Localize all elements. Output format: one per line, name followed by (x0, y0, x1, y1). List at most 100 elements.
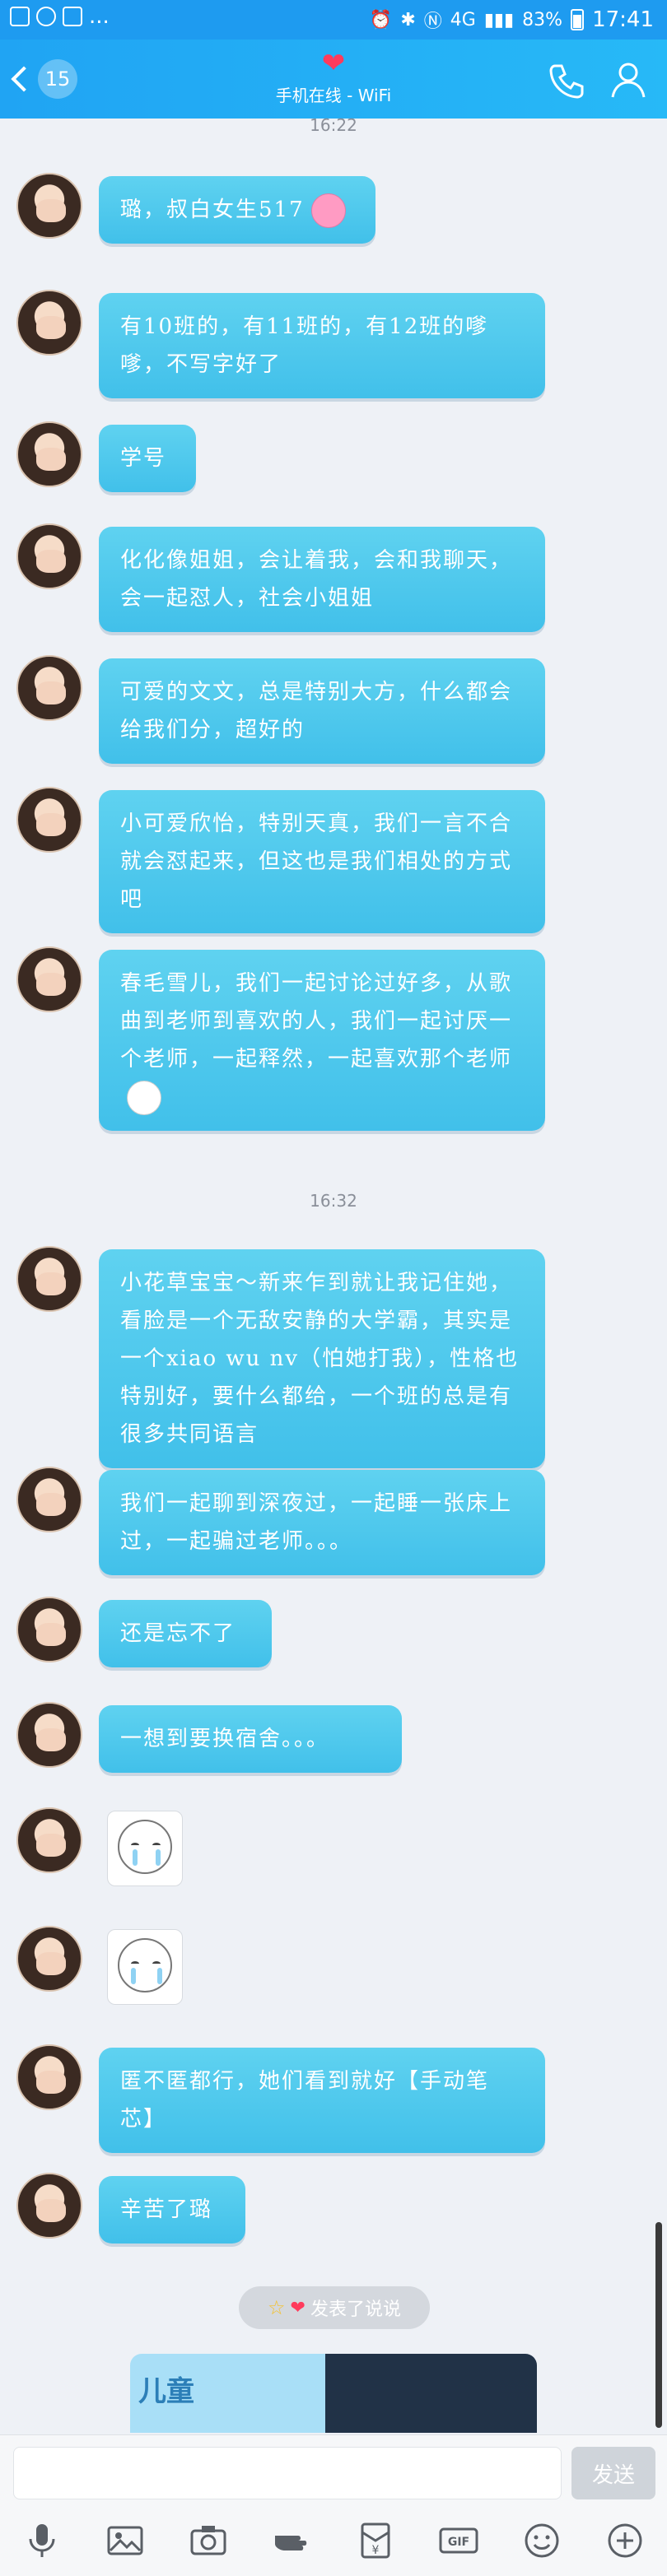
message-text: 化化像姐姐，会让着我，会和我聊天，会一起怼人，社会小姐姐 (120, 548, 513, 611)
avatar[interactable] (16, 421, 82, 487)
sobbing-face-sticker-icon (118, 1938, 172, 1992)
tear-icon (157, 1968, 162, 1984)
message-text: 璐，叔白女生517 (120, 198, 305, 222)
tear-icon (156, 1849, 161, 1866)
gif-label: GIF (448, 2536, 469, 2549)
camera-icon (190, 2526, 226, 2555)
tear-icon (133, 1849, 138, 1866)
avatar[interactable] (16, 173, 82, 239)
eye-icon (131, 1843, 139, 1848)
eye-icon (131, 1961, 139, 1966)
microphone-icon (29, 2524, 55, 2557)
battery-icon (571, 9, 585, 30)
message-text: 小花草宝宝～新来乍到就让我记住她，看脸是一个无敌安静的大学霸，其实是一个xiao… (120, 1271, 520, 1447)
gallery-notification-icon (10, 7, 30, 26)
clock: 17:41 (592, 7, 654, 32)
chat-screen: ... ⏰ ✱ Ⓝ 4G ▮▮▮ 83% 17:41 15 ❤ 手机在线 - W… (0, 0, 667, 2576)
tear-icon (131, 1968, 136, 1984)
avatar[interactable] (16, 787, 82, 853)
message-bubble[interactable]: 学号 (99, 425, 196, 492)
avatar[interactable] (16, 2044, 82, 2110)
paw-notification-icon (63, 7, 82, 26)
contact-profile-button[interactable] (608, 59, 649, 100)
avatar[interactable] (16, 2173, 82, 2239)
bluetooth-icon: ✱ (400, 9, 416, 30)
message-bubble[interactable]: 匿不匿都行，她们看到就好【手动笔芯】 (99, 2048, 545, 2153)
message-bubble[interactable]: 小可爱欣怡，特别天真，我们一言不合就会怼起来，但这也是我们相处的方式吧 (99, 790, 545, 933)
heart-icon: ❤ (290, 2297, 306, 2318)
message-text: 可爱的文文，总是特别大方，什么都会给我们分，超好的 (120, 680, 513, 742)
avatar[interactable] (16, 1702, 82, 1768)
message-bubble[interactable]: 小花草宝宝～新来乍到就让我记住她，看脸是一个无敌安静的大学霸，其实是一个xiao… (99, 1249, 545, 1468)
gif-icon: GIF (439, 2527, 478, 2554)
avatar[interactable] (16, 655, 82, 721)
hand-icon (275, 2536, 307, 2550)
red-packet-button[interactable]: ¥ (356, 2521, 395, 2560)
message-text: 小可爱欣怡，特别天真，我们一言不合就会怼起来，但这也是我们相处的方式吧 (120, 811, 513, 912)
avatar[interactable] (16, 946, 82, 1012)
timestamp: 16:22 (310, 115, 357, 135)
timestamp: 16:32 (310, 1191, 357, 1211)
smiley-icon (525, 2523, 559, 2558)
message-bubble[interactable]: 辛苦了璐 (99, 2176, 245, 2244)
message-bubble[interactable]: 璐，叔白女生517 (99, 176, 375, 244)
chat-header: 15 ❤ 手机在线 - WiFi (0, 40, 667, 119)
nfc-icon: Ⓝ (423, 12, 442, 32)
avatar[interactable] (16, 1807, 82, 1873)
send-button[interactable]: 发送 (571, 2447, 655, 2499)
sticker-message[interactable] (107, 1929, 183, 2005)
eye-icon (152, 1843, 161, 1848)
network-type-label: 4G (450, 9, 476, 30)
message-text: 辛苦了璐 (120, 2197, 213, 2222)
message-bubble[interactable]: 春毛雪儿，我们一起讨论过好多，从歌曲到老师到喜欢的人，我们一起讨厌一个老师，一起… (99, 950, 545, 1131)
poke-button[interactable] (272, 2521, 311, 2560)
heart-emoji-icon (310, 193, 346, 228)
message-bubble[interactable]: 有10班的，有11班的，有12班的嗲嗲，不写字好了 (99, 293, 545, 398)
svg-text:¥: ¥ (371, 2544, 379, 2557)
app-notification-icon (36, 7, 56, 26)
message-bubble[interactable]: 还是忘不了 (99, 1600, 272, 1667)
post-notice[interactable]: ☆ ❤ 发表了说说 (239, 2286, 430, 2329)
more-button[interactable] (605, 2521, 645, 2560)
chat-toolbar: ¥ GIF (0, 2505, 667, 2576)
signal-icon: ▮▮▮ (483, 9, 515, 30)
status-right-icons: ⏰ ✱ Ⓝ 4G ▮▮▮ 83% 17:41 (370, 7, 654, 33)
scrollbar[interactable] (655, 2222, 662, 2428)
message-text: 学号 (120, 446, 167, 471)
message-bubble[interactable]: 我们一起聊到深夜过，一起睡一张床上过，一起骗过老师。。。 (99, 1470, 545, 1575)
message-text: 还是忘不了 (120, 1621, 236, 1646)
phone-call-button[interactable] (545, 61, 585, 100)
image-button[interactable] (105, 2521, 145, 2560)
image-icon (107, 2526, 143, 2555)
smile-emoji-icon (127, 1081, 161, 1115)
battery-percent: 83% (522, 9, 563, 30)
avatar[interactable] (16, 1467, 82, 1532)
avatar[interactable] (16, 290, 82, 356)
status-left-icons: ... (10, 4, 110, 29)
status-bar: ... ⏰ ✱ Ⓝ 4G ▮▮▮ 83% 17:41 (0, 0, 667, 40)
message-text: 有10班的，有11班的，有12班的嗲嗲，不写字好了 (120, 314, 489, 377)
input-bar: 发送 (0, 2434, 667, 2505)
message-bubble[interactable]: 一想到要换宿舍。。。 (99, 1705, 402, 1773)
avatar[interactable] (16, 1926, 82, 1992)
eye-icon (152, 1961, 161, 1966)
shared-post-image[interactable]: 儿童 (130, 2354, 537, 2433)
camera-button[interactable] (189, 2521, 228, 2560)
message-text: 匿不匿都行，她们看到就好【手动笔芯】 (120, 2069, 490, 2132)
message-bubble[interactable]: 化化像姐姐，会让着我，会和我聊天，会一起怼人，社会小姐姐 (99, 527, 545, 632)
message-input[interactable] (13, 2447, 562, 2499)
message-text: 春毛雪儿，我们一起讨论过好多，从歌曲到老师到喜欢的人，我们一起讨厌一个老师，一起… (120, 971, 513, 1072)
message-bubble[interactable]: 可爱的文文，总是特别大方，什么都会给我们分，超好的 (99, 658, 545, 764)
avatar[interactable] (16, 523, 82, 589)
person-icon (611, 63, 646, 98)
more-notifications-icon: ... (89, 4, 110, 29)
plus-circle-icon (608, 2523, 642, 2558)
avatar[interactable] (16, 1597, 82, 1662)
emoji-button[interactable] (522, 2521, 562, 2560)
avatar[interactable] (16, 1246, 82, 1312)
voice-button[interactable] (22, 2521, 62, 2560)
crying-face-sticker-icon (118, 1820, 172, 1874)
sticker-message[interactable] (107, 1811, 183, 1886)
image-caption: 儿童 (138, 2375, 194, 2408)
gif-button[interactable]: GIF (439, 2521, 478, 2560)
